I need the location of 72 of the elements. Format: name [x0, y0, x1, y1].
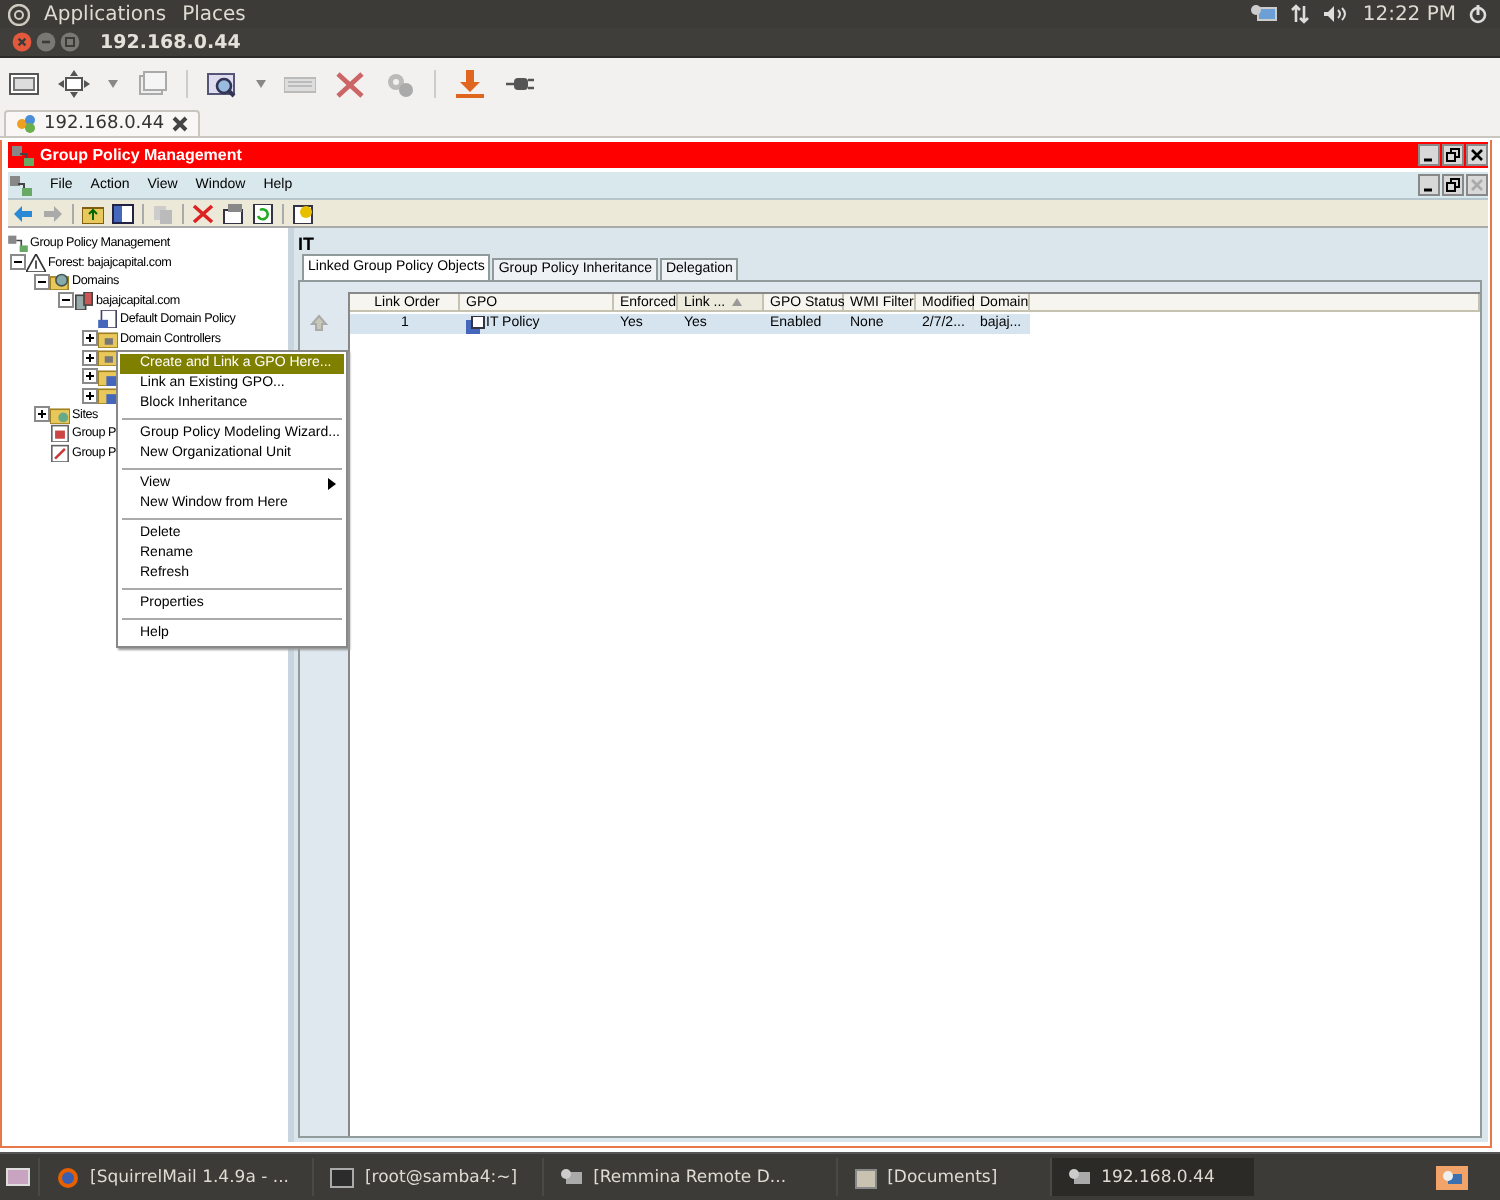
up-arrow-icon — [310, 314, 328, 332]
remote-desktop-icon — [559, 1165, 584, 1189]
network-icon[interactable] — [1250, 4, 1279, 24]
window-title: 192.168.0.44 — [100, 31, 241, 53]
download-icon[interactable] — [454, 70, 486, 98]
dropdown-caret-icon[interactable] — [256, 80, 266, 88]
help-icon[interactable] — [292, 203, 314, 223]
triangle-icon — [26, 253, 46, 272]
console-tree-icon[interactable] — [112, 203, 134, 223]
panel-menu[interactable]: Applications — [42, 3, 169, 25]
window-title: Group Policy Management — [40, 146, 242, 164]
minimize-button[interactable] — [1418, 144, 1440, 166]
close-icon — [1470, 178, 1484, 192]
zoom-icon[interactable] — [206, 70, 238, 98]
refresh-icon[interactable] — [252, 203, 274, 223]
submenu-arrow-icon — [328, 478, 336, 490]
expand-toggle-icon[interactable] — [34, 406, 50, 423]
folder-up-icon[interactable] — [82, 203, 104, 223]
minimize-button[interactable] — [1418, 174, 1440, 196]
maximize-icon[interactable] — [60, 32, 80, 52]
report-icon — [50, 443, 70, 462]
transfer-arrows-icon[interactable] — [1290, 4, 1311, 24]
console-icon — [12, 145, 34, 165]
dropdown-caret-icon[interactable] — [108, 80, 118, 88]
ubuntu-logo-icon[interactable] — [8, 3, 30, 25]
show-desktop-icon[interactable] — [6, 1167, 30, 1187]
taskbar-item[interactable]: [Remmina Remote D... — [541, 1158, 828, 1196]
expand-toggle-icon[interactable] — [82, 330, 98, 347]
browser-icon — [56, 1165, 80, 1189]
expand-toggle-icon[interactable] — [34, 273, 50, 290]
close-button[interactable] — [1466, 144, 1488, 166]
remote-desktop-icon — [16, 114, 36, 134]
properties-icon[interactable] — [222, 203, 244, 223]
expand-toggle-icon[interactable] — [82, 349, 98, 366]
pane-title: IT — [298, 234, 316, 256]
tools-icon[interactable] — [334, 70, 366, 98]
console-icon — [10, 175, 32, 195]
expand-toggle-icon[interactable] — [58, 292, 74, 309]
remote-desktop-icon — [1067, 1165, 1092, 1189]
delete-icon[interactable] — [192, 203, 214, 223]
restore-icon — [1446, 148, 1460, 162]
taskbar-item[interactable]: [Documents] — [835, 1158, 1042, 1196]
power-icon[interactable] — [1468, 4, 1488, 24]
back-arrow-icon[interactable] — [12, 203, 34, 223]
taskbar-item[interactable]: [root@samba4:~] — [312, 1158, 534, 1196]
sort-caret-icon — [731, 298, 742, 306]
session-tab[interactable]: 192.168.0.44 — [4, 110, 201, 136]
close-icon — [1470, 148, 1484, 162]
expand-toggle-icon[interactable] — [82, 368, 98, 385]
expand-toggle-icon[interactable] — [10, 254, 26, 271]
expand-toggle-icon[interactable] — [82, 387, 98, 404]
terminal-icon — [330, 1165, 355, 1189]
taskbar-item[interactable]: 192.168.0.44 — [1049, 1158, 1254, 1196]
server-icon — [74, 291, 94, 310]
minimize-icon[interactable] — [36, 32, 56, 52]
tab-label: 192.168.0.44 — [44, 114, 165, 134]
console-icon — [8, 234, 28, 253]
move-icon[interactable] — [58, 70, 90, 98]
restore-button[interactable] — [1442, 174, 1464, 196]
restore-icon — [1446, 178, 1460, 192]
document-icon — [98, 310, 118, 329]
close-icon[interactable] — [172, 116, 189, 132]
volume-icon[interactable] — [1322, 4, 1351, 24]
taskbar-item[interactable]: [SquirrelMail 1.4.9a - ... — [38, 1158, 305, 1196]
fullscreen-icon[interactable] — [8, 70, 40, 98]
panel-menu[interactable]: Places — [180, 3, 248, 25]
workspace-switcher[interactable] — [1436, 1165, 1468, 1189]
policy-icon — [466, 315, 486, 333]
clock[interactable]: 12:22 PM — [1362, 3, 1456, 25]
remote-desktop-icon — [1442, 1169, 1462, 1185]
restore-button[interactable] — [1442, 144, 1464, 166]
report-icon — [50, 424, 70, 443]
